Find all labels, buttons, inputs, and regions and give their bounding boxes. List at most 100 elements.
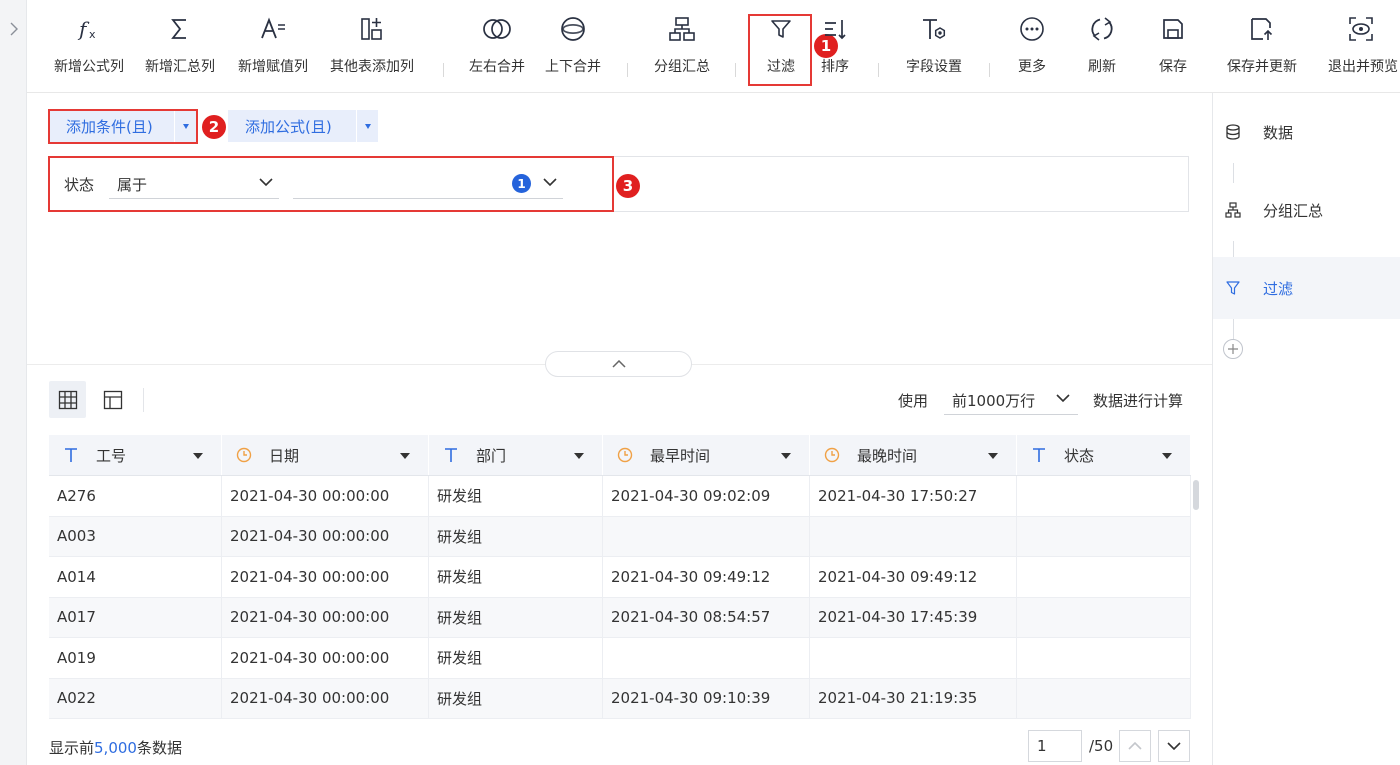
collapse-panel-button[interactable] (545, 351, 692, 377)
sigma-icon (165, 14, 195, 44)
merge-horizontal-button[interactable]: 左右合并 (463, 14, 531, 84)
column-header-employee-id[interactable]: 工号 (49, 435, 222, 475)
table-cell: 2021-04-30 00:00:00 (222, 476, 429, 516)
sort-icon (820, 14, 850, 44)
caret-down-icon[interactable] (193, 453, 203, 459)
condition-value-select[interactable]: 1 (293, 168, 563, 199)
filter-highlight-box (748, 14, 812, 86)
next-page-button[interactable] (1158, 730, 1190, 762)
row-limit-prefix: 使用 (898, 392, 929, 410)
merge-horizontal-icon (482, 14, 512, 44)
table-cell (1017, 638, 1191, 678)
table-cell (1017, 516, 1191, 556)
chevron-down-icon (259, 178, 273, 187)
table-cell: 研发组 (429, 597, 603, 637)
previous-page-button[interactable] (1119, 730, 1151, 762)
table-cell (1017, 678, 1191, 718)
add-assign-column-button[interactable]: 新增赋值列 (232, 14, 314, 84)
step-group-summary[interactable]: 分组汇总 (1213, 179, 1400, 241)
group-summary-button[interactable]: 分组汇总 (647, 14, 717, 84)
exit-and-preview-button[interactable]: 退出并预览 (1323, 14, 1399, 84)
table-cell: 2021-04-30 09:49:12 (810, 557, 1017, 597)
text-type-icon (1031, 447, 1047, 463)
table-cell (1017, 557, 1191, 597)
merge-vertical-button[interactable]: 上下合并 (539, 14, 607, 84)
chevron-right-icon[interactable] (8, 22, 20, 36)
column-header-latest-time[interactable]: 最晚时间 (810, 435, 1017, 475)
toolbar-divider (878, 63, 879, 77)
add-formula-dropdown-toggle[interactable] (356, 110, 378, 142)
clock-icon (236, 447, 252, 463)
table-row[interactable]: A022 2021-04-30 00:00:00 研发组 2021-04-30 … (49, 678, 1191, 719)
left-collapsed-panel[interactable] (0, 0, 27, 765)
sort-button[interactable]: 排序 (815, 14, 855, 84)
merge-vertical-icon (558, 14, 588, 44)
condition-operator-value: 属于 (117, 176, 148, 194)
row-limit-select[interactable]: 前1000万行 (944, 383, 1078, 415)
table-cell: 2021-04-30 08:54:57 (603, 597, 810, 637)
field-settings-icon (919, 14, 949, 44)
column-header-status[interactable]: 状态 (1017, 435, 1191, 475)
group-icon (1225, 202, 1241, 218)
table-cell (1017, 597, 1191, 637)
table-cell: A022 (49, 678, 222, 718)
table-scrollbar[interactable] (1193, 480, 1199, 510)
group-icon (667, 14, 697, 44)
save-and-update-button[interactable]: 保存并更新 (1219, 14, 1305, 84)
field-settings-button[interactable]: 字段设置 (897, 14, 971, 84)
clock-icon (617, 447, 633, 463)
row-count-value: 5,000 (94, 739, 137, 757)
column-header-earliest-time[interactable]: 最早时间 (603, 435, 810, 475)
refresh-icon (1087, 14, 1117, 44)
layout-icon (103, 390, 122, 409)
save-update-icon (1247, 14, 1277, 44)
table-row[interactable]: A019 2021-04-30 00:00:00 研发组 (49, 638, 1191, 679)
add-formula-button[interactable]: 添加公式(且) (228, 116, 356, 137)
add-formula-split-button[interactable]: 添加公式(且) (228, 110, 378, 142)
step-filter[interactable]: 过滤 (1213, 257, 1400, 319)
toolbar-divider (989, 63, 990, 77)
add-summary-column-button[interactable]: 新增汇总列 (139, 14, 221, 84)
toolbar-divider (443, 63, 444, 77)
table-row[interactable]: A003 2021-04-30 00:00:00 研发组 (49, 516, 1191, 557)
selected-count-badge: 1 (512, 174, 531, 193)
table-row[interactable]: A276 2021-04-30 00:00:00 研发组 2021-04-30 … (49, 476, 1191, 517)
step-data[interactable]: 数据 (1213, 101, 1400, 163)
more-button[interactable]: 更多 (1011, 14, 1053, 84)
text-type-icon (443, 447, 459, 463)
column-header-date[interactable]: 日期 (222, 435, 429, 475)
table-cell: A276 (49, 476, 222, 516)
column-header-department[interactable]: 部门 (429, 435, 603, 475)
add-column-from-other-table-button[interactable]: 其他表添加列 (323, 14, 421, 84)
table-cell (810, 638, 1017, 678)
more-icon (1017, 14, 1047, 44)
plus-icon (1228, 344, 1238, 354)
add-column-icon (357, 14, 387, 44)
table-cell: 研发组 (429, 476, 603, 516)
condition-field-label: 状态 (64, 176, 95, 194)
add-step-button[interactable] (1223, 339, 1243, 359)
grid-view-toggle[interactable] (49, 381, 86, 418)
refresh-button[interactable]: 刷新 (1081, 14, 1123, 84)
caret-down-icon[interactable] (574, 453, 584, 459)
chevron-up-icon (611, 360, 626, 368)
table-row[interactable]: A017 2021-04-30 00:00:00 研发组 2021-04-30 … (49, 597, 1191, 638)
table-row[interactable]: A014 2021-04-30 00:00:00 研发组 2021-04-30 … (49, 557, 1191, 598)
filter-icon (1225, 280, 1241, 296)
table-cell: 研发组 (429, 557, 603, 597)
page-number-input[interactable]: 1 (1028, 730, 1082, 762)
table-cell: 研发组 (429, 678, 603, 718)
caret-down-icon[interactable] (988, 453, 998, 459)
table-cell: A017 (49, 597, 222, 637)
toolbar-divider (627, 63, 628, 77)
caret-down-icon[interactable] (400, 453, 410, 459)
table-header: 工号 日期 部门 最早时间 最晚时间 状态 (49, 435, 1191, 476)
caret-down-icon[interactable] (1162, 453, 1172, 459)
caret-down-icon[interactable] (781, 453, 791, 459)
add-formula-column-button[interactable]: fx 新增公式列 (48, 14, 130, 84)
table-cell (810, 516, 1017, 556)
toolbar-divider (143, 388, 144, 412)
condition-operator-select[interactable]: 属于 (109, 168, 279, 199)
save-button[interactable]: 保存 (1153, 14, 1193, 84)
layout-view-toggle[interactable] (94, 381, 131, 418)
